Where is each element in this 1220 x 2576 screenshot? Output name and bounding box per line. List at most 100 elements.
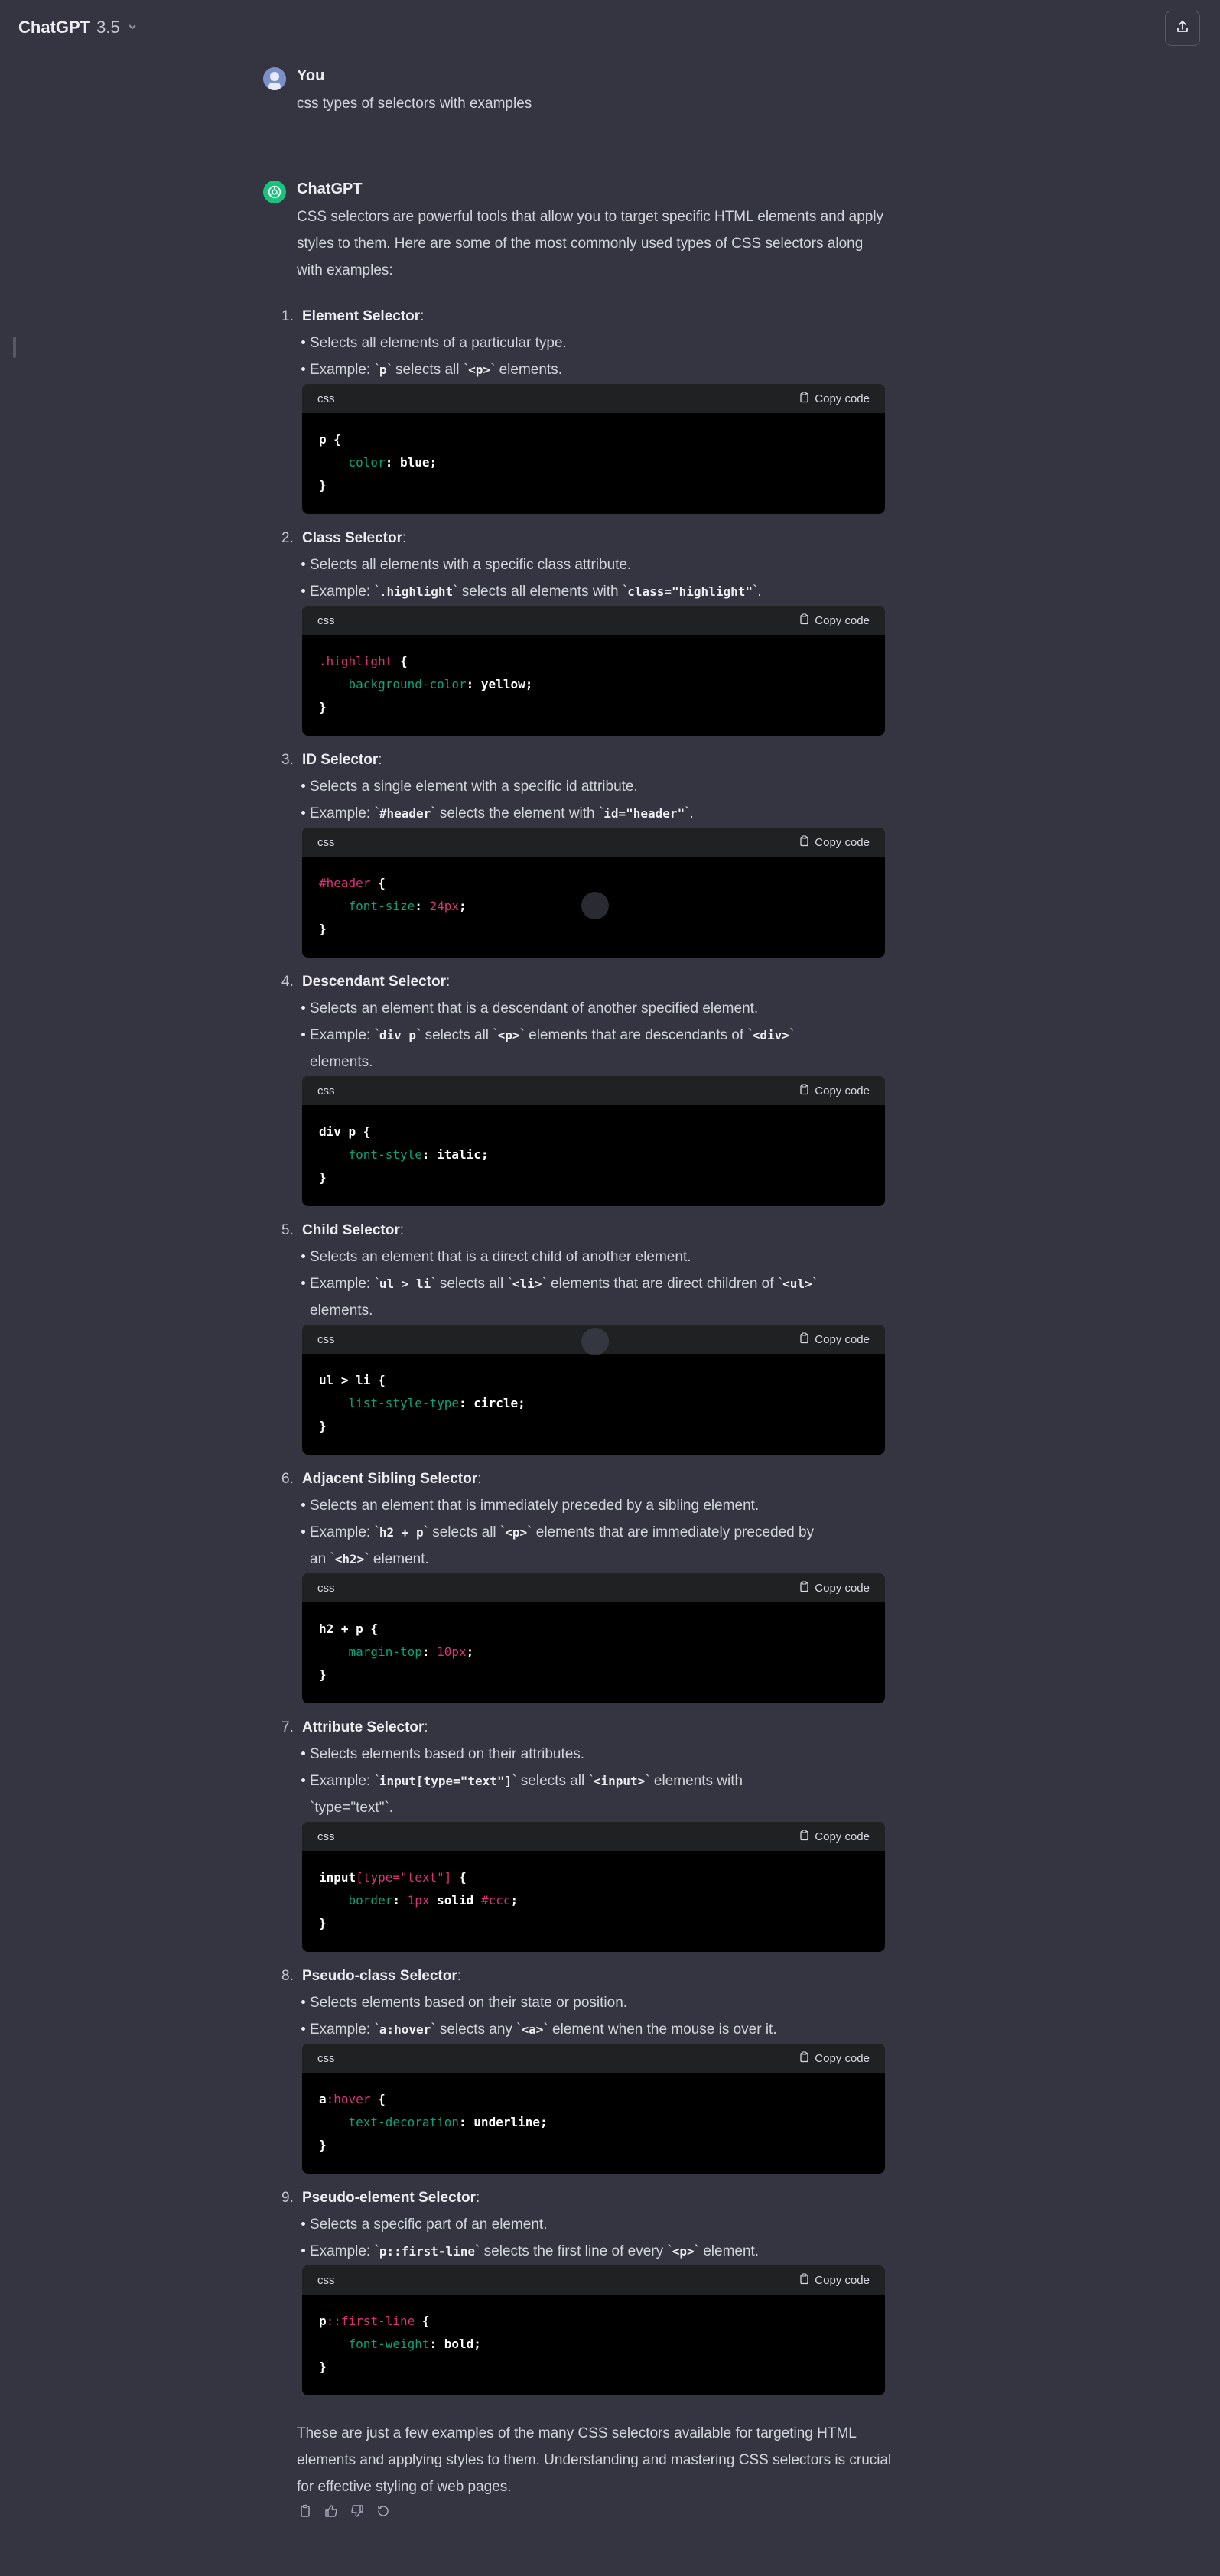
inline-code: div p bbox=[379, 1028, 416, 1042]
code-content: p { color: blue;} bbox=[302, 413, 885, 497]
bullet-description: Selects an element that is a direct chil… bbox=[301, 1244, 845, 1270]
code-line: p::first-line { bbox=[319, 2310, 868, 2333]
chevron-down-icon bbox=[126, 18, 138, 37]
copy-code-button[interactable]: Copy code bbox=[799, 1332, 870, 1347]
example-text: Example: ` bbox=[310, 2243, 379, 2259]
list-item: 5. Child Selector: Selects an element that… bbox=[263, 1217, 885, 1455]
model-selector[interactable]: ChatGPT 3.5 bbox=[18, 15, 138, 40]
scroll-indicator bbox=[581, 892, 609, 919]
code-language-label: css bbox=[317, 1581, 335, 1595]
example-text: ` element when the mouse is over it. bbox=[543, 2021, 777, 2038]
regenerate-icon[interactable] bbox=[375, 2503, 392, 2519]
clipboard-icon[interactable] bbox=[297, 2503, 314, 2519]
example-text: ` selects any ` bbox=[431, 2021, 522, 2038]
code-block-header: css Copy code bbox=[302, 1822, 885, 1851]
code-token: { bbox=[451, 1870, 467, 1885]
code-token: } bbox=[319, 2360, 327, 2374]
code-line: } bbox=[319, 1664, 868, 1686]
code-line: ul > li { bbox=[319, 1369, 868, 1392]
sidebar-toggle-handle[interactable] bbox=[13, 337, 16, 358]
assistant-intro: CSS selectors are powerful tools that al… bbox=[297, 209, 884, 278]
code-token: : bbox=[415, 899, 430, 913]
code-block: css Copy code input[type="text"] { border:… bbox=[302, 1822, 885, 1952]
copy-code-label: Copy code bbox=[815, 835, 870, 849]
selector-name: Adjacent Sibling Selector bbox=[302, 1471, 478, 1487]
code-block: css Copy code div p { font-style: italic;} bbox=[302, 1076, 885, 1206]
copy-code-button[interactable]: Copy code bbox=[799, 2272, 870, 2288]
code-token: .highlight bbox=[319, 654, 393, 668]
code-token: } bbox=[319, 1667, 327, 1682]
code-token: [type="text"] bbox=[356, 1870, 452, 1885]
list-number: 7. bbox=[281, 1719, 294, 1735]
example-text: ` elements that are direct children of ` bbox=[542, 1276, 783, 1292]
list-number: 1. bbox=[281, 308, 294, 324]
clipboard-icon bbox=[799, 1332, 810, 1347]
clipboard-icon bbox=[799, 1580, 810, 1595]
example-text: `. bbox=[384, 1800, 394, 1816]
inline-code: p bbox=[379, 363, 387, 377]
selector-name: Child Selector bbox=[302, 1222, 400, 1238]
code-line: } bbox=[319, 696, 868, 719]
code-language-label: css bbox=[317, 1084, 335, 1098]
title-colon: : bbox=[457, 1968, 462, 1984]
example-text: ` elements that are descendants of ` bbox=[519, 1027, 753, 1043]
copy-code-button[interactable]: Copy code bbox=[799, 613, 870, 628]
bullet-example: Example: `#header` selects the element w… bbox=[301, 800, 845, 827]
code-content: .highlight { background-color: yellow;} bbox=[302, 635, 885, 719]
example-text: ` bbox=[812, 1276, 817, 1292]
code-token: { bbox=[370, 876, 386, 890]
copy-code-button[interactable]: Copy code bbox=[799, 391, 870, 406]
list-number: 9. bbox=[281, 2190, 294, 2206]
code-token: ; bbox=[459, 899, 467, 913]
bullet-description: Selects a specific part of an element. bbox=[301, 2211, 845, 2238]
copy-code-button[interactable]: Copy code bbox=[799, 1083, 870, 1098]
code-language-label: css bbox=[317, 2273, 335, 2287]
code-language-label: css bbox=[317, 392, 335, 405]
selector-name: Pseudo-element Selector bbox=[302, 2190, 477, 2206]
selector-name: Pseudo-class Selector bbox=[302, 1968, 457, 1984]
code-token: div p { bbox=[319, 1124, 371, 1139]
example-text: ` selects all ` bbox=[512, 1773, 594, 1789]
thumbs-up-icon[interactable] bbox=[323, 2503, 340, 2519]
inline-code: <ul> bbox=[782, 1277, 812, 1291]
example-text: ` selects all ` bbox=[386, 362, 469, 378]
example-text: ` selects all elements with ` bbox=[453, 584, 628, 600]
code-line: } bbox=[319, 1912, 868, 1935]
code-token: : bbox=[429, 2337, 444, 2351]
clipboard-icon bbox=[799, 834, 810, 850]
code-token: #ccc bbox=[480, 1893, 511, 1908]
list-item-title: Descendant Selector: bbox=[302, 968, 450, 995]
list-item: 2. Class Selector: Selects all elements wi… bbox=[263, 525, 885, 754]
copy-code-button[interactable]: Copy code bbox=[799, 834, 870, 850]
code-token: } bbox=[319, 1419, 327, 1433]
code-token: ; bbox=[466, 1644, 474, 1659]
copy-code-button[interactable]: Copy code bbox=[799, 1580, 870, 1595]
copy-code-button[interactable]: Copy code bbox=[799, 2051, 870, 2066]
list-item-title: ID Selector: bbox=[302, 746, 382, 773]
code-token: input bbox=[319, 1870, 356, 1885]
list-number: 6. bbox=[281, 1471, 294, 1487]
code-block: css Copy code p::first-line { font-weight:… bbox=[302, 2265, 885, 2395]
example-text: elements. bbox=[310, 1303, 373, 1319]
example-text: Example: ` bbox=[310, 1524, 379, 1540]
copy-code-button[interactable]: Copy code bbox=[799, 1829, 870, 1844]
code-language-label: css bbox=[317, 2051, 335, 2065]
code-token: italic bbox=[437, 1147, 481, 1162]
code-line: .highlight { bbox=[319, 650, 868, 673]
example-text: ` selects all ` bbox=[423, 1524, 506, 1540]
inline-code: class="highlight" bbox=[627, 584, 753, 599]
description-text: Selects all elements with a specific cla… bbox=[310, 557, 632, 573]
code-token: } bbox=[319, 478, 327, 493]
share-button[interactable] bbox=[1165, 11, 1200, 46]
inline-code: a:hover bbox=[379, 2022, 431, 2037]
copy-code-label: Copy code bbox=[815, 1084, 870, 1098]
user-message-text: css types of selectors with examples bbox=[297, 96, 532, 112]
code-token: underline bbox=[473, 2115, 540, 2129]
thumbs-down-icon[interactable] bbox=[349, 2503, 366, 2519]
title-colon: : bbox=[424, 1719, 428, 1735]
inline-code: <input> bbox=[593, 1774, 646, 1788]
